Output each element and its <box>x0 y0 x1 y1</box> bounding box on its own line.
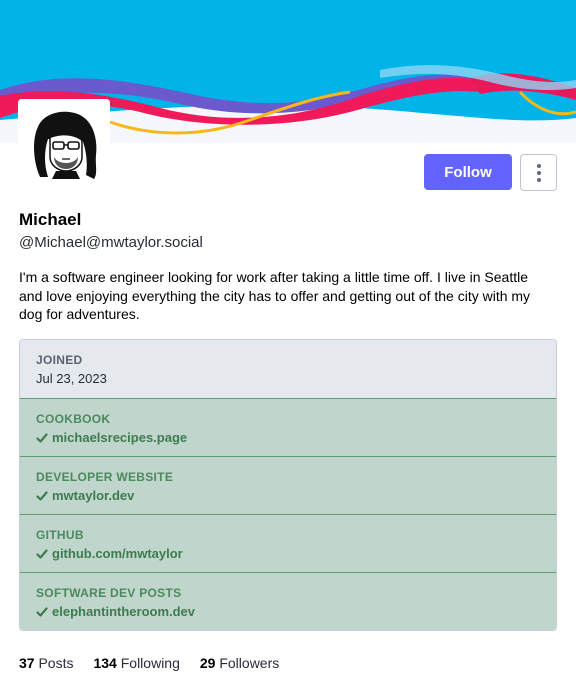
verified-check-icon <box>36 606 48 617</box>
profile-fields: JOINED Jul 23, 2023 COOKBOOK michaelsrec… <box>19 339 557 631</box>
followers-count-link[interactable]: 29 Followers <box>200 655 279 671</box>
field-label: SOFTWARE DEV POSTS <box>36 586 182 600</box>
field-link[interactable]: elephantintheroom.dev <box>52 604 195 619</box>
field-label: DEVELOPER WEBSITE <box>36 470 174 484</box>
field-software-dev-posts: SOFTWARE DEV POSTS elephantintheroom.dev <box>20 572 556 630</box>
field-joined: JOINED Jul 23, 2023 <box>20 340 556 398</box>
profile-avatar[interactable] <box>18 99 110 191</box>
field-value-text: Jul 23, 2023 <box>36 371 107 386</box>
verified-check-icon <box>36 432 48 443</box>
posts-count: 37 <box>19 655 35 671</box>
profile-stats: 37 Posts 134 Following 29 Followers <box>19 655 279 671</box>
field-link[interactable]: mwtaylor.dev <box>52 488 134 503</box>
more-vertical-icon <box>536 163 541 168</box>
field-label: JOINED <box>36 353 83 367</box>
posts-label: Posts <box>38 655 74 671</box>
verified-check-icon <box>36 548 48 559</box>
posts-count-link[interactable]: 37 Posts <box>19 655 73 671</box>
verified-check-icon <box>36 490 48 501</box>
field-link[interactable]: michaelsrecipes.page <box>52 430 187 445</box>
field-value: Jul 23, 2023 <box>36 371 540 386</box>
more-options-button[interactable] <box>520 154 557 191</box>
display-name: Michael <box>19 210 82 229</box>
field-github: GITHUB github.com/mwtaylor <box>20 514 556 572</box>
more-vertical-icon-dot <box>536 177 541 182</box>
field-value: michaelsrecipes.page <box>36 430 540 445</box>
field-value: mwtaylor.dev <box>36 488 540 503</box>
field-value: github.com/mwtaylor <box>36 546 540 561</box>
more-vertical-icon-dot <box>536 170 541 175</box>
following-label: Following <box>120 655 180 671</box>
field-value: elephantintheroom.dev <box>36 604 540 619</box>
account-handle: @Michael@mwtaylor.social <box>19 234 203 251</box>
field-developer-website: DEVELOPER WEBSITE mwtaylor.dev <box>20 456 556 514</box>
following-count-link[interactable]: 134 Following <box>93 655 179 671</box>
field-label: GITHUB <box>36 528 84 542</box>
followers-count: 29 <box>199 655 216 671</box>
follow-button[interactable]: Follow <box>424 154 512 190</box>
field-link[interactable]: github.com/mwtaylor <box>52 546 183 561</box>
field-label: COOKBOOK <box>36 412 111 426</box>
field-cookbook: COOKBOOK michaelsrecipes.page <box>20 398 556 456</box>
profile-bio: I'm a software engineer looking for work… <box>19 269 531 322</box>
following-count: 134 <box>93 655 117 671</box>
followers-label: Followers <box>219 655 280 671</box>
